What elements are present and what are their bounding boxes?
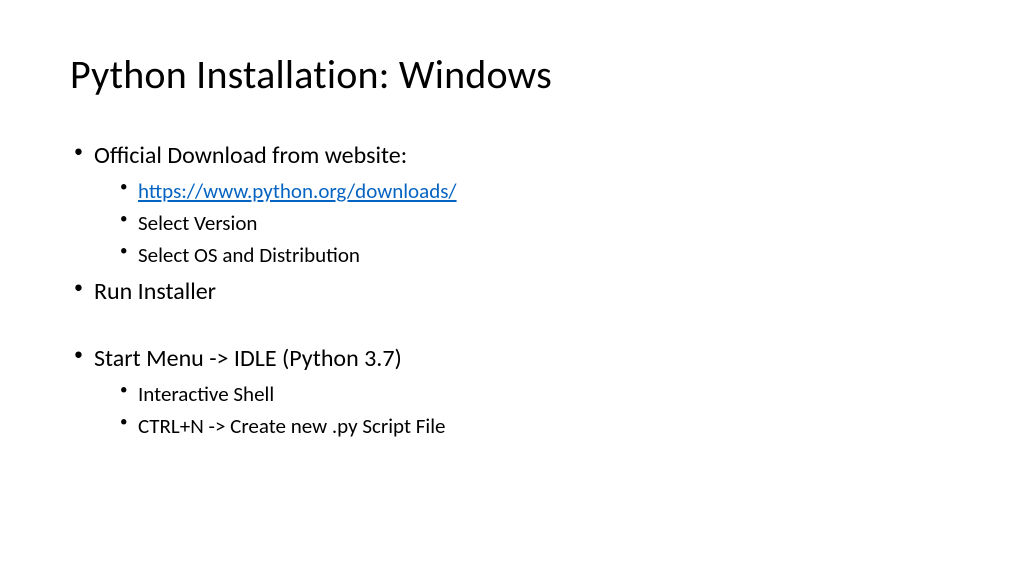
list-item: https://www.python.org/downloads/ <box>118 177 954 206</box>
list-item: Select Version <box>118 209 954 238</box>
list-item: Official Download from website: https://… <box>70 139 954 271</box>
spacer <box>70 312 954 342</box>
bullet-text: Interactive Shell <box>138 381 274 407</box>
list-item: Interactive Shell <box>118 380 954 409</box>
bullet-text: Select OS and Distribution <box>138 242 360 268</box>
list-item: Start Menu -> IDLE (Python 3.7) Interact… <box>70 342 954 441</box>
bullet-list: Official Download from website: https://… <box>70 139 954 308</box>
sub-list: Interactive Shell CTRL+N -> Create new .… <box>94 380 954 442</box>
bullet-text: Select Version <box>138 210 257 236</box>
list-item: Select OS and Distribution <box>118 241 954 270</box>
bullet-text: CTRL+N -> Create new .py Script File <box>138 413 445 439</box>
list-item: CTRL+N -> Create new .py Script File <box>118 412 954 441</box>
download-link[interactable]: https://www.python.org/downloads/ <box>138 178 457 204</box>
bullet-text: Official Download from website: <box>94 141 407 170</box>
bullet-text: Start Menu -> IDLE (Python 3.7) <box>94 344 402 373</box>
bullet-list: Start Menu -> IDLE (Python 3.7) Interact… <box>70 342 954 441</box>
sub-list: https://www.python.org/downloads/ Select… <box>94 177 954 271</box>
slide-title: Python Installation: Windows <box>70 50 954 99</box>
list-item: Run Installer <box>70 275 954 309</box>
bullet-text: Run Installer <box>94 277 216 306</box>
